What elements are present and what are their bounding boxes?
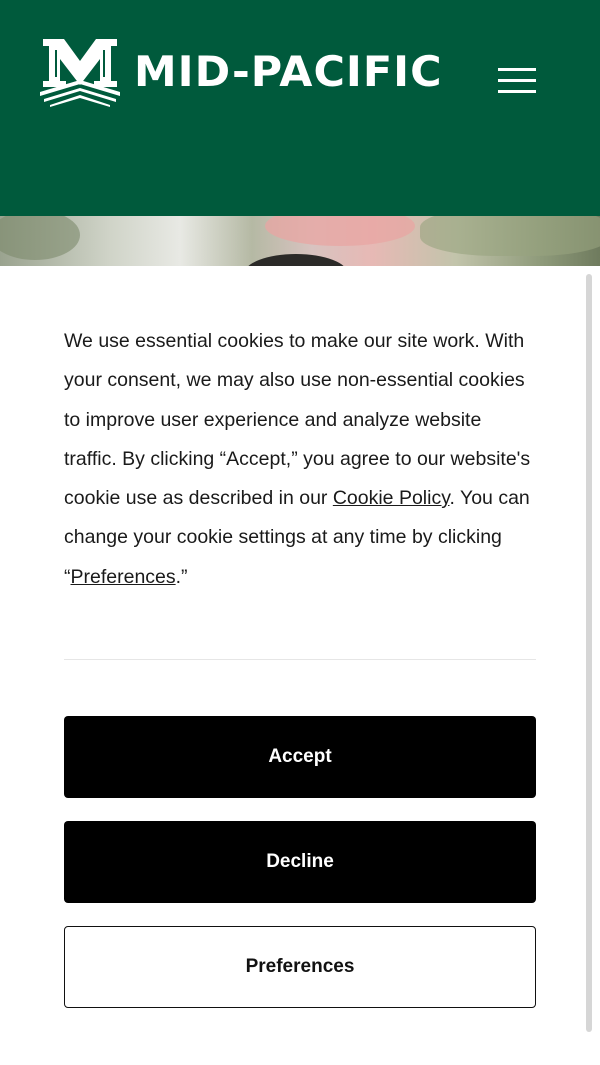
menu-line (498, 68, 536, 71)
cookie-consent-text: We use essential cookies to make our sit… (64, 322, 536, 597)
menu-line (498, 90, 536, 93)
accept-button[interactable]: Accept (64, 716, 536, 798)
preferences-link[interactable]: Preferences (71, 566, 176, 588)
brand-name: MID-PACIFIC (134, 47, 443, 96)
panel-scrollbar[interactable] (586, 274, 592, 1032)
hamburger-menu-icon[interactable] (494, 62, 540, 100)
site-logo[interactable]: MID-PACIFIC (38, 37, 442, 107)
mid-pacific-logo-icon (40, 39, 120, 107)
divider (64, 659, 536, 660)
cookie-policy-link[interactable]: Cookie Policy (333, 487, 450, 509)
cookie-text-part: We use essential cookies to make our sit… (64, 330, 531, 510)
menu-line (498, 79, 536, 82)
decline-button[interactable]: Decline (64, 821, 536, 903)
site-header: MID-PACIFIC (0, 0, 600, 216)
preferences-button[interactable]: Preferences (64, 926, 536, 1008)
cookie-text-part: .” (175, 565, 188, 588)
